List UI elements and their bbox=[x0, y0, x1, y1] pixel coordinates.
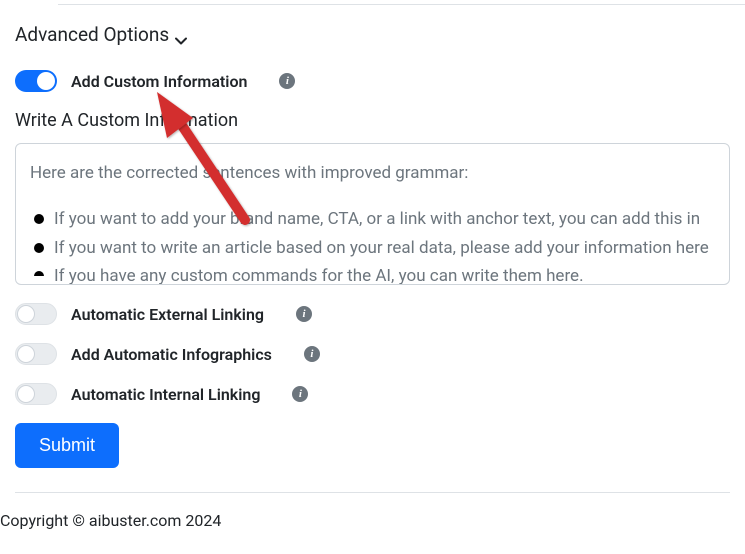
toggle-label-infographics: Add Automatic Infographics bbox=[71, 345, 272, 364]
custom-info-textarea[interactable]: Here are the corrected sentences with im… bbox=[15, 143, 730, 285]
toggle-add-automatic-infographics[interactable] bbox=[15, 343, 57, 365]
info-icon[interactable]: i bbox=[296, 306, 312, 322]
toggle-automatic-internal-linking[interactable] bbox=[15, 383, 57, 405]
info-icon[interactable]: i bbox=[304, 346, 320, 362]
advanced-options-label: Advanced Options bbox=[15, 23, 169, 46]
submit-button[interactable]: Submit bbox=[15, 423, 119, 468]
toggle-add-custom-information[interactable] bbox=[15, 70, 57, 92]
info-icon[interactable]: i bbox=[279, 73, 295, 89]
list-item: If you want to add your brand name, CTA,… bbox=[30, 206, 715, 232]
toggle-label-int-link: Automatic Internal Linking bbox=[71, 385, 260, 404]
toggle-label-custom-info: Add Custom Information bbox=[71, 72, 247, 91]
custom-info-heading: Write A Custom Information bbox=[15, 110, 730, 131]
advanced-options-header[interactable]: Advanced Options bbox=[15, 23, 730, 46]
list-item: If you have any custom commands for the … bbox=[30, 263, 715, 285]
toggle-automatic-external-linking[interactable] bbox=[15, 303, 57, 325]
info-icon[interactable]: i bbox=[292, 386, 308, 402]
list-item: If you want to write an article based on… bbox=[30, 235, 715, 261]
custom-info-intro: Here are the corrected sentences with im… bbox=[30, 160, 715, 186]
chevron-down-icon bbox=[175, 29, 187, 41]
footer-copyright: Copyright © aibuster.com 2024 bbox=[0, 493, 745, 530]
toggle-label-ext-link: Automatic External Linking bbox=[71, 305, 264, 324]
